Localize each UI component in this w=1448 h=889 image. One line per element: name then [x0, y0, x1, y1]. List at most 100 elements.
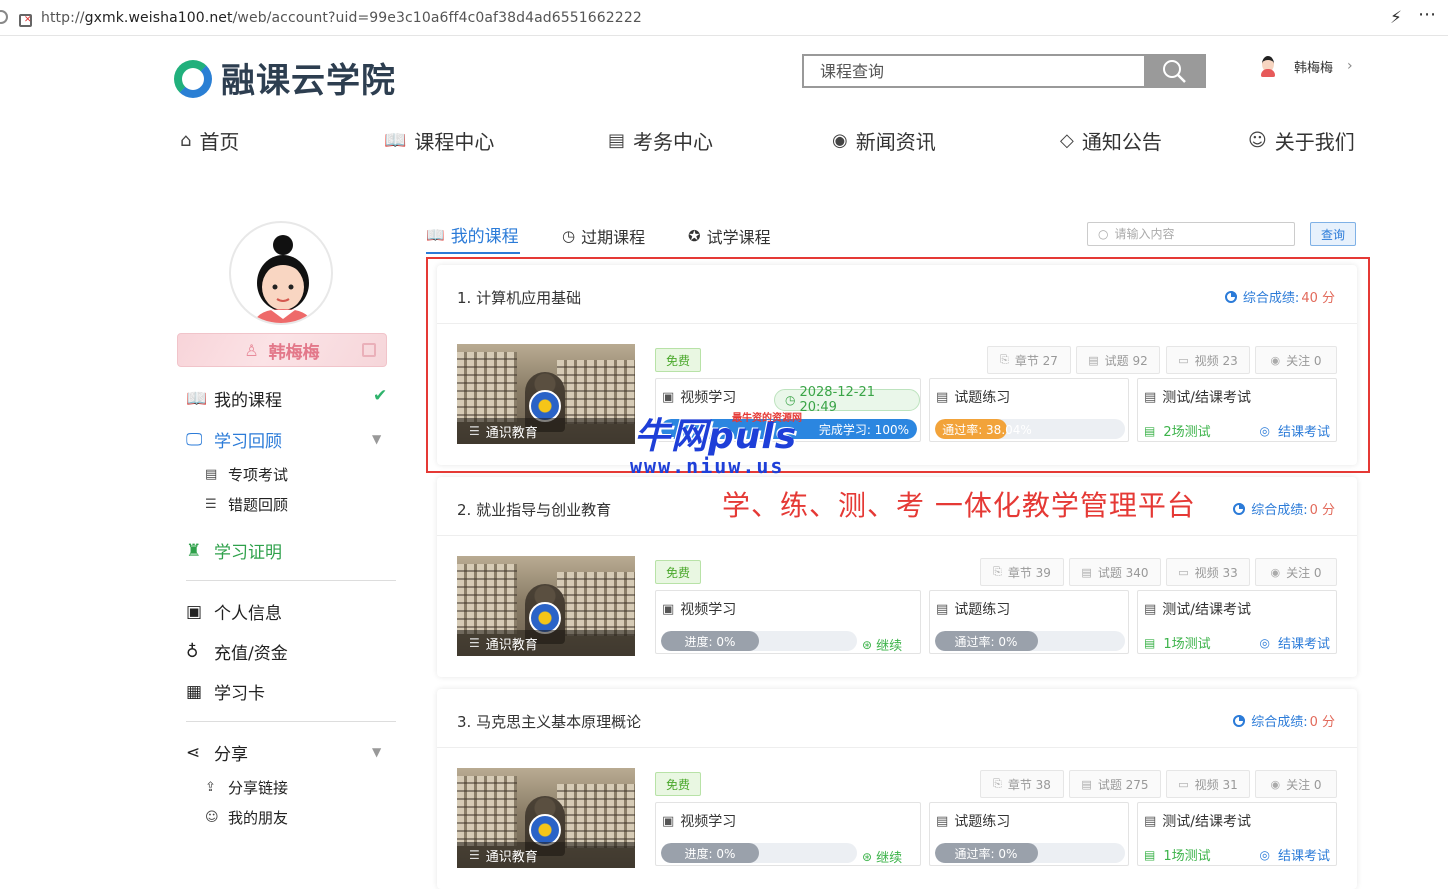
book-icon: 📖 — [384, 130, 407, 151]
layers-icon: ☰ — [469, 636, 480, 650]
course-thumbnail[interactable]: ☰ 通识教育 — [457, 556, 635, 656]
url-text[interactable]: http://gxmk.weisha100.net/web/account?ui… — [41, 10, 642, 26]
course-title[interactable]: 3. 马克思主义基本原理概论 — [457, 711, 641, 732]
questions-count[interactable]: ▤ 试题 92 — [1076, 346, 1160, 374]
query-button[interactable]: 查询 — [1310, 222, 1356, 246]
sidebar-item-my-courses[interactable]: 📖 我的课程 — [186, 386, 282, 412]
practice-icon: ▤ — [936, 601, 949, 617]
nav-exams[interactable]: ▤ 考务中心 — [608, 126, 713, 155]
chevron-down-icon[interactable]: ▼ — [372, 745, 381, 759]
course-title[interactable]: 1. 计算机应用基础 — [457, 287, 581, 308]
lightning-icon[interactable]: ⚡ — [1390, 8, 1402, 28]
exam-box[interactable]: ▤ 测试/结课考试 ▤ 2场测试 ◎ 结课考试 — [1137, 378, 1337, 442]
final-exam-link[interactable]: ◎ 结课考试 — [1260, 845, 1331, 865]
sidebar-item-special-exam[interactable]: ▤ 专项考试 — [205, 464, 288, 485]
video-study-box[interactable]: ▣ 视频学习 进度: 0% ⊛ 继续 — [655, 802, 921, 866]
tests-count[interactable]: ▤ 1场测试 — [1144, 845, 1211, 865]
continue-link[interactable]: ⊛ 继续 — [862, 847, 902, 867]
book-icon: 📖 — [426, 225, 445, 244]
sidebar-item-friends[interactable]: ☺ 我的朋友 — [205, 807, 288, 828]
practice-box[interactable]: ▤ 试题练习 通过率: 0% — [929, 802, 1129, 866]
course-thumbnail[interactable]: ☰ 通识教育 — [457, 344, 635, 444]
tab-search-input[interactable] — [1114, 227, 1285, 241]
tab-expired[interactable]: ◷ 过期课程 — [562, 224, 645, 248]
chevron-down-icon[interactable]: ▼ — [372, 432, 381, 446]
video-icon: ▭ — [1178, 353, 1189, 367]
course-title[interactable]: 2. 就业指导与创业教育 — [457, 499, 611, 520]
eye-icon: ◉ — [1270, 565, 1281, 579]
check-icon: ✔ — [373, 386, 388, 406]
practice-box[interactable]: ▤ 试题练习 通过率: 0% — [929, 590, 1129, 654]
card-icon: ▦ — [186, 681, 203, 702]
sidebar-item-share[interactable]: ⋖ 分享 — [186, 740, 248, 766]
nav-notices[interactable]: ◇ 通知公告 — [1060, 126, 1162, 155]
chevron-right-icon: › — [1347, 58, 1353, 74]
nav-home[interactable]: ⌂ 首页 — [180, 126, 239, 155]
home-icon: ⌂ — [180, 130, 192, 151]
tab-my-courses[interactable]: 📖 我的课程 — [426, 222, 519, 248]
practice-box[interactable]: ▤ 试题练习 通过率: 38.04% — [929, 378, 1129, 442]
course-card: 1. 计算机应用基础 综合成绩: 40 分 ☰ 通识教育 免费 ⎘ 章节 27 ▤ 试题… — [437, 265, 1357, 465]
questions-count[interactable]: ▤ 试题 340 — [1069, 558, 1161, 586]
chapters-count[interactable]: ⎘ 章节 38 — [980, 770, 1064, 798]
upload-icon: ⇪ — [205, 780, 216, 795]
list-icon: ▤ — [1144, 423, 1156, 438]
exam-box[interactable]: ▤ 测试/结课考试 ▤ 1场测试 ◎ 结课考试 — [1137, 802, 1337, 866]
eye-icon: ◉ — [1270, 353, 1281, 367]
follow-count[interactable]: ◉ 关注 0 — [1255, 558, 1337, 586]
final-exam-link[interactable]: ◎ 结课考试 — [1259, 421, 1331, 441]
video-progress-bar: 进度: 0% — [661, 843, 857, 863]
sidebar-item-wrong-review[interactable]: ☰ 错题回顾 — [205, 494, 288, 515]
user-menu[interactable]: 韩梅梅 › — [1258, 54, 1353, 78]
sidebar-item-review[interactable]: 🖵 学习回顾 — [186, 427, 282, 453]
follow-count[interactable]: ◉ 关注 0 — [1255, 346, 1337, 374]
course-score: 综合成绩: 40 分 — [1224, 287, 1335, 306]
tab-trial[interactable]: ✪ 试学课程 — [688, 224, 771, 248]
avatar — [1258, 54, 1278, 78]
practice-icon: ▤ — [936, 813, 949, 829]
exam-box[interactable]: ▤ 测试/结课考试 ▤ 1场测试 ◎ 结课考试 — [1137, 590, 1337, 654]
nav-courses[interactable]: 📖 课程中心 — [384, 126, 494, 155]
share-icon: ⋖ — [186, 742, 201, 763]
video-study-box[interactable]: ▣ 视频学习 进度: 0% ⊛ 继续 — [655, 590, 921, 654]
exam-icon: ▤ — [608, 130, 626, 151]
list-icon: ☰ — [205, 497, 217, 512]
sidebar-item-recharge[interactable]: ♁ 充值/资金 — [186, 639, 288, 665]
logo-icon — [172, 58, 216, 98]
videos-count[interactable]: ▭ 视频 23 — [1166, 346, 1250, 374]
tag-icon: ◇ — [1060, 130, 1074, 151]
videos-count[interactable]: ▭ 视频 33 — [1166, 558, 1250, 586]
final-exam-link[interactable]: ◎ 结课考试 — [1259, 633, 1331, 653]
target-icon: ◎ — [1259, 635, 1270, 650]
tests-count[interactable]: ▤ 2场测试 — [1144, 421, 1211, 441]
pass-rate-bar: 通过率: 0% — [935, 843, 1125, 863]
tests-count[interactable]: ▤ 1场测试 — [1144, 633, 1211, 653]
more-icon[interactable]: ⋯ — [1418, 4, 1437, 25]
site-logo[interactable]: 融课云学院 — [172, 53, 396, 102]
continue-link[interactable]: ⊛ 继续 — [862, 635, 902, 655]
expand-icon[interactable] — [362, 343, 376, 357]
videos-count[interactable]: ▭ 视频 31 — [1166, 770, 1250, 798]
pie-chart-icon — [1224, 290, 1237, 303]
nav-news[interactable]: ◉ 新闻资讯 — [832, 126, 936, 155]
sidebar-item-study-card[interactable]: ▦ 学习卡 — [186, 679, 265, 705]
sidebar-divider — [186, 721, 396, 722]
friends-icon: ☺ — [205, 810, 219, 825]
sidebar-item-certificate[interactable]: ♜ 学习证明 — [186, 538, 282, 564]
course-thumbnail[interactable]: ☰ 通识教育 — [457, 768, 635, 868]
search-button[interactable] — [1144, 56, 1204, 86]
sidebar-item-profile[interactable]: ▣ 个人信息 — [186, 599, 282, 625]
chapters-count[interactable]: ⎘ 章节 27 — [987, 346, 1071, 374]
follow-count[interactable]: ◉ 关注 0 — [1255, 770, 1337, 798]
questions-count[interactable]: ▤ 试题 275 — [1069, 770, 1161, 798]
play-circle-icon: ⊛ — [862, 849, 873, 864]
nav-about[interactable]: ☺ 关于我们 — [1248, 126, 1355, 155]
card-divider — [437, 747, 1357, 748]
free-badge: 免费 — [655, 772, 701, 796]
pie-chart-icon — [1233, 502, 1246, 515]
course-search-input[interactable] — [804, 56, 1144, 86]
target-icon: ◎ — [1259, 423, 1270, 438]
user-avatar[interactable] — [229, 221, 333, 325]
sidebar-item-share-link[interactable]: ⇪ 分享链接 — [205, 777, 288, 798]
chapters-count[interactable]: ⎘ 章节 39 — [980, 558, 1064, 586]
